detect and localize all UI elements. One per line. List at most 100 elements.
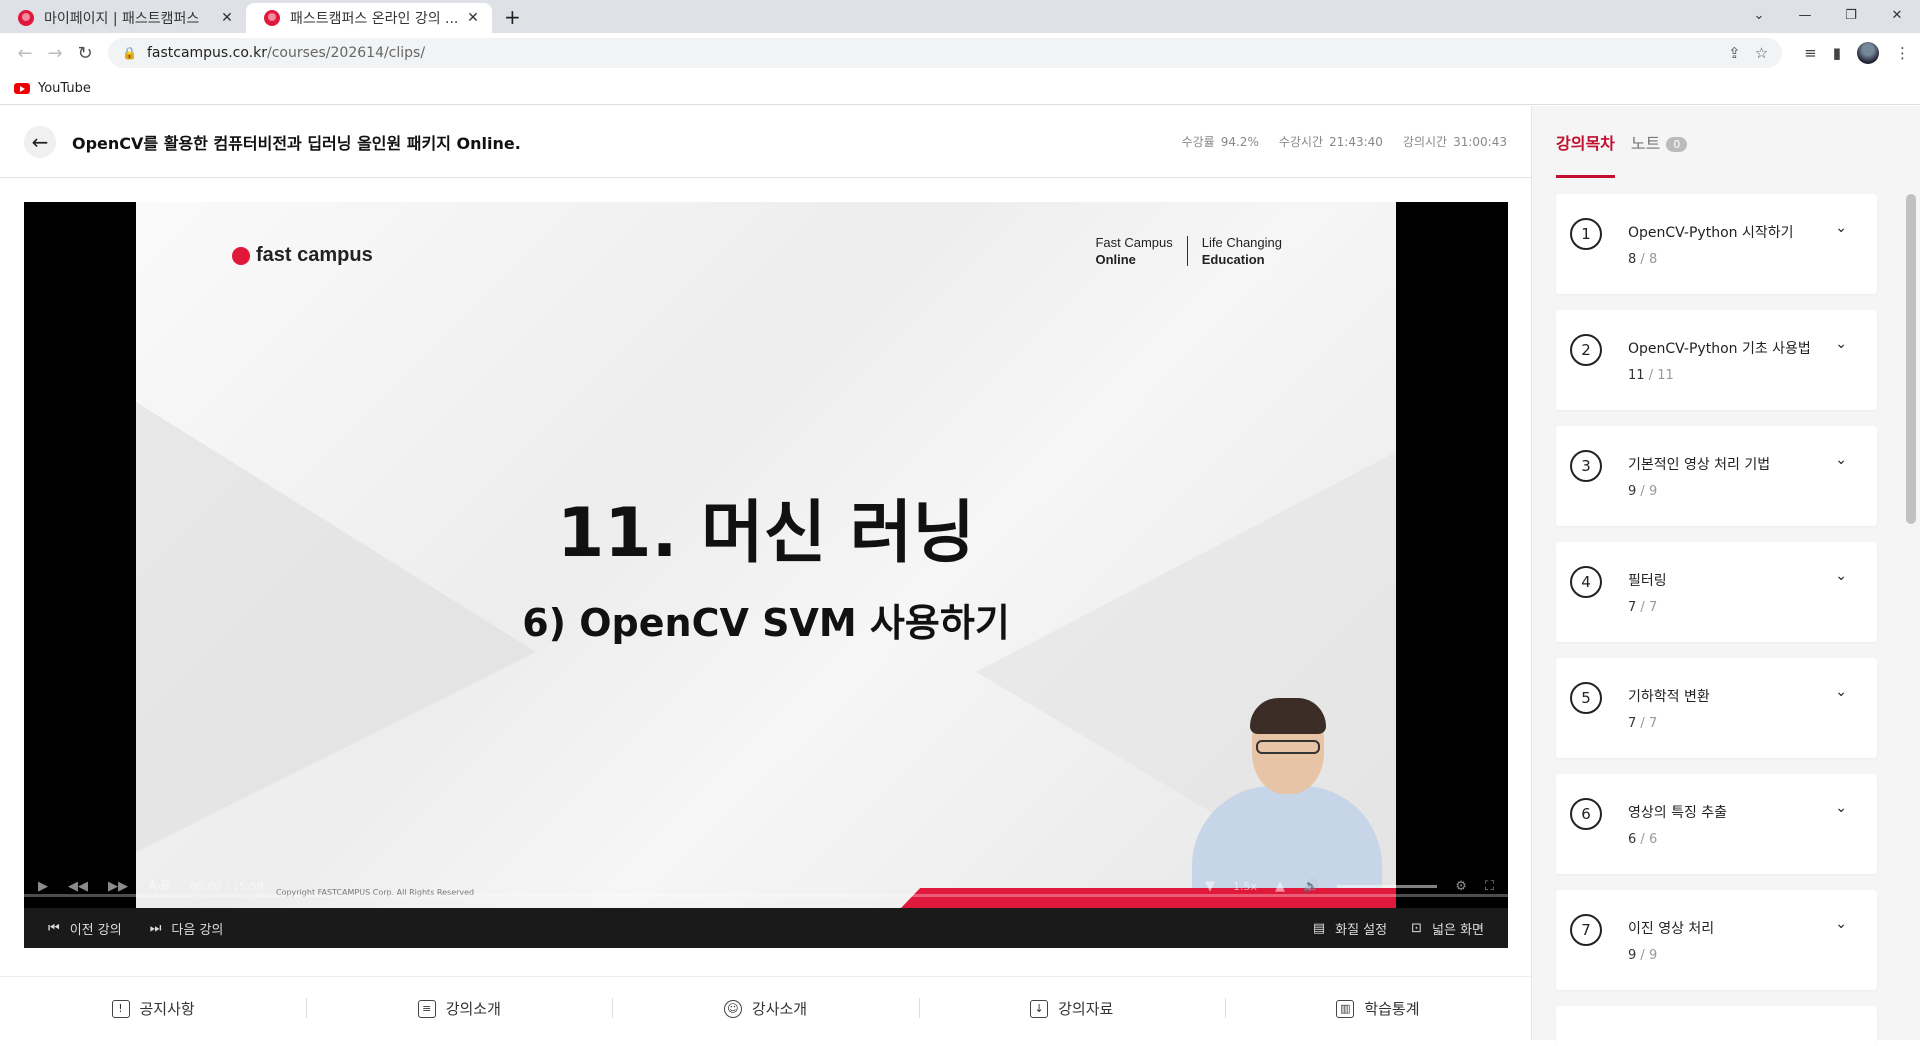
browser-tab[interactable]: 마이페이지 | 패스트캠퍼스 ✕ — [0, 3, 246, 33]
chevron-down-icon[interactable]: ⌄ — [1835, 452, 1847, 468]
section-item[interactable]: 2 OpenCV-Python 기초 사용법 11 / 11 ⌄ — [1556, 310, 1877, 410]
tab-title: 마이페이지 | 패스트캠퍼스 — [44, 11, 200, 27]
ab-repeat-button[interactable]: A-B — [148, 879, 170, 894]
close-window-icon[interactable]: ✕ — [1874, 8, 1920, 23]
section-number: 7 — [1570, 914, 1602, 946]
lecture-nav-bar: ⏮ 이전 강의 ⏭ 다음 강의 ▤ 화질 설정 ⊡ 넓은 화면 — [24, 908, 1508, 948]
side-panel-icon[interactable]: ▮ — [1833, 44, 1841, 62]
lock-icon: 🔒 — [122, 46, 137, 60]
video-time: 00:00 / 15:58 — [189, 879, 264, 893]
section-number: 4 — [1570, 566, 1602, 598]
window-controls: ⌄ — ❐ ✕ — [1736, 0, 1920, 30]
url-host: fastcampus.co.kr — [146, 45, 267, 61]
wide-screen-button[interactable]: ⊡ 넓은 화면 — [1411, 919, 1484, 938]
volume-icon[interactable]: 🔊 — [1303, 879, 1319, 894]
section-count: 7 / 7 — [1628, 716, 1658, 731]
video-player[interactable]: fast campus Fast Campus Online Life Chang… — [24, 202, 1508, 948]
chevron-down-icon[interactable]: ⌄ — [1835, 684, 1847, 700]
tab-stats[interactable]: ▥ 학습통계 — [1224, 998, 1531, 1019]
fullscreen-icon[interactable]: ⛶ — [1485, 879, 1494, 894]
chevron-down-icon[interactable]: ⌄ — [1835, 916, 1847, 932]
section-name: 이진 영상 처리 — [1628, 921, 1715, 937]
section-item[interactable]: 5 기하학적 변환 7 / 7 ⌄ — [1556, 658, 1877, 758]
bookmark-youtube[interactable]: YouTube — [38, 81, 91, 96]
tab-notice[interactable]: ! 공지사항 — [0, 998, 306, 1019]
speed-down-icon[interactable]: ▼ — [1205, 879, 1215, 894]
slide-heading: 11. 머신 러닝 — [556, 494, 976, 573]
speed-up-icon[interactable]: ▲ — [1275, 879, 1285, 894]
chevron-down-icon[interactable]: ⌄ — [1835, 336, 1847, 352]
quality-settings-button[interactable]: ▤ 화질 설정 — [1313, 919, 1387, 938]
chevron-down-icon[interactable]: ⌄ — [1835, 568, 1847, 584]
course-stats: 수강률 94.2% 수강시간 21:43:40 강의시간 31:00:43 — [1182, 133, 1507, 150]
section-item[interactable]: 4 필터링 7 / 7 ⌄ — [1556, 542, 1877, 642]
bottom-tabs: ! 공지사항 ≡ 강의소개 ☺ 강사소개 ↓ 강의자료 ▥ 학습통계 — [0, 976, 1531, 1040]
address-bar-row: ← → ↻ 🔒 fastcampus.co.kr/courses/202614/… — [0, 33, 1920, 73]
tab-instructor[interactable]: ☺ 강사소개 — [612, 998, 918, 1019]
tab-course-intro[interactable]: ≡ 강의소개 — [306, 998, 612, 1019]
section-item[interactable]: 3 기본적인 영상 처리 기법 9 / 9 ⌄ — [1556, 426, 1877, 526]
minimize-icon[interactable]: — — [1782, 8, 1828, 23]
reading-list-icon[interactable]: ≡ — [1804, 44, 1817, 62]
chevron-down-icon[interactable]: ⌄ — [1835, 220, 1847, 236]
section-number: 3 — [1570, 450, 1602, 482]
play-icon[interactable]: ▶ — [38, 879, 48, 894]
browser-tab-active[interactable]: 패스트캠퍼스 온라인 강의 ... ✕ — [246, 3, 492, 33]
rewind-icon[interactable]: ◀◀ — [68, 879, 88, 894]
stats-icon: ▥ — [1336, 999, 1355, 1018]
restore-icon[interactable]: ❐ — [1828, 8, 1874, 23]
user-icon: ☺ — [723, 999, 742, 1018]
tab-materials[interactable]: ↓ 강의자료 — [918, 998, 1225, 1019]
prev-lecture-button[interactable]: ⏮ 이전 강의 — [48, 919, 122, 938]
sidebar-tabs: 강의목차 노트 0 — [1532, 106, 1920, 178]
sidebar-scrollbar[interactable] — [1906, 194, 1916, 524]
section-name: 영상의 특징 추출 — [1628, 805, 1728, 821]
back-button[interactable]: ← — [24, 125, 56, 158]
section-item[interactable]: 6 영상의 특징 추출 6 / 6 ⌄ — [1556, 774, 1877, 874]
section-count: 9 / 9 — [1628, 484, 1658, 499]
chevron-down-icon[interactable]: ⌄ — [1835, 800, 1847, 816]
reload-icon[interactable]: ↻ — [70, 43, 100, 64]
fastcampus-mark-icon — [232, 246, 250, 265]
next-lecture-button[interactable]: ⏭ 다음 강의 — [150, 919, 224, 938]
quality-icon: ▤ — [1312, 920, 1326, 936]
tab-toc[interactable]: 강의목차 — [1556, 130, 1615, 178]
close-tab-icon[interactable]: ✕ — [218, 10, 236, 26]
settings-gear-icon[interactable]: ⚙ — [1455, 879, 1467, 894]
clipboard-icon: ≡ — [417, 999, 436, 1018]
wide-screen-icon: ⊡ — [1411, 920, 1423, 936]
fast-forward-icon[interactable]: ▶▶ — [108, 879, 128, 894]
close-tab-icon[interactable]: ✕ — [464, 10, 482, 26]
main-content: ← OpenCV를 활용한 컴퓨터비전과 딥러닝 올인원 패키지 Online.… — [0, 106, 1531, 1040]
url-field[interactable]: 🔒 fastcampus.co.kr/courses/202614/clips/… — [108, 38, 1783, 68]
forward-icon[interactable]: → — [40, 43, 70, 64]
chevron-down-icon[interactable]: ⌄ — [1736, 8, 1782, 23]
star-icon[interactable]: ☆ — [1755, 44, 1768, 62]
sidebar: 강의목차 노트 0 1 OpenCV-Python 시작하기 8 / 8 ⌄ 2 Open… — [1531, 106, 1920, 1046]
section-item[interactable]: 7 이진 영상 처리 9 / 9 ⌄ — [1556, 890, 1877, 990]
volume-slider[interactable] — [1337, 884, 1438, 888]
new-tab-button[interactable]: + — [504, 3, 521, 33]
profile-avatar[interactable] — [1857, 42, 1879, 64]
browser-tab-strip: 마이페이지 | 패스트캠퍼스 ✕ 패스트캠퍼스 온라인 강의 ... ✕ + ⌄… — [0, 0, 1920, 33]
youtube-icon — [14, 83, 30, 94]
tab-notes[interactable]: 노트 0 — [1631, 130, 1688, 178]
url-path: /courses/202614/clips/ — [267, 45, 426, 61]
section-item[interactable]: 1 OpenCV-Python 시작하기 8 / 8 ⌄ — [1556, 194, 1877, 294]
back-icon[interactable]: ← — [10, 43, 40, 64]
section-list: 1 OpenCV-Python 시작하기 8 / 8 ⌄ 2 OpenCV-Python… — [1556, 194, 1877, 1046]
notice-icon: ! — [111, 999, 130, 1018]
menu-icon[interactable]: ⋮ — [1895, 44, 1910, 62]
section-number: 6 — [1570, 798, 1602, 830]
section-name: OpenCV-Python 기초 사용법 — [1628, 341, 1811, 357]
share-icon[interactable]: ⇪ — [1728, 44, 1741, 62]
video-frame: fast campus Fast Campus Online Life Chang… — [136, 202, 1396, 908]
stat-lecture-time: 강의시간 31:00:43 — [1402, 135, 1507, 149]
section-item-partial[interactable] — [1556, 1006, 1877, 1046]
section-count: 11 / 11 — [1628, 368, 1674, 383]
course-title: OpenCV를 활용한 컴퓨터비전과 딥러닝 올인원 패키지 Online. — [72, 133, 521, 153]
section-number: 1 — [1570, 218, 1602, 250]
section-number: 2 — [1570, 334, 1602, 366]
section-count: 8 / 8 — [1628, 252, 1658, 267]
course-header: ← OpenCV를 활용한 컴퓨터비전과 딥러닝 올인원 패키지 Online.… — [0, 106, 1531, 178]
